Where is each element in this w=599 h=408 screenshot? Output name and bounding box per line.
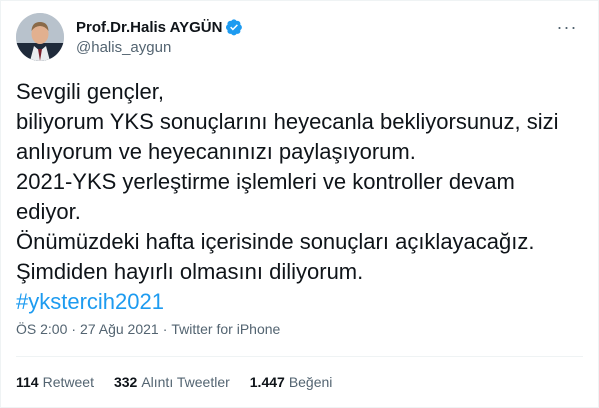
meta-separator: · — [162, 321, 168, 337]
tweet-line: Şimdiden hayırlı olmasını diliyorum. — [16, 259, 364, 284]
divider — [16, 356, 583, 357]
user-handle[interactable]: @halis_aygun — [76, 39, 243, 56]
tweet-line: Sevgili gençler, — [16, 79, 164, 104]
retweets-count: 114 — [16, 374, 39, 390]
tweet-line: biliyorum YKS sonuçlarını heyecanla bekl… — [16, 109, 559, 134]
quotes-count: 332 — [113, 374, 138, 390]
tweet-line: Önümüzdeki hafta içerisinde sonuçları aç… — [16, 229, 535, 254]
likes-count: 1.447 — [249, 374, 285, 390]
likes-stat[interactable]: 1.447 Beğeni — [250, 374, 333, 390]
more-options-icon[interactable]: ··· — [557, 17, 577, 37]
tweet-time[interactable]: ÖS 2:00 — [16, 321, 67, 337]
tweet-line: ediyor. — [16, 199, 81, 224]
tweet-header: Prof.Dr.Halis AYGÜN @halis_aygun ··· — [16, 13, 583, 63]
quote-tweets-stat[interactable]: 332 Alıntı Tweetler — [114, 374, 230, 390]
tweet-meta: ÖS 2:00 · 27 Ağu 2021 · Twitter for iPho… — [16, 319, 280, 339]
quotes-label: Alıntı Tweetler — [141, 374, 230, 390]
hashtag-link[interactable]: #ykstercih2021 — [16, 287, 586, 317]
tweet-line: anlıyorum ve heyecanınızı paylaşıyorum. — [16, 139, 416, 164]
tweet-card: Prof.Dr.Halis AYGÜN @halis_aygun ··· Sev… — [0, 0, 599, 408]
verified-badge-icon — [225, 18, 243, 36]
tweet-text: Sevgili gençler, biliyorum YKS sonuçları… — [16, 77, 586, 317]
display-name[interactable]: Prof.Dr.Halis AYGÜN — [76, 19, 222, 36]
likes-label: Beğeni — [288, 374, 333, 390]
avatar[interactable] — [16, 13, 64, 61]
tweet-date[interactable]: 27 Ağu 2021 — [80, 321, 159, 337]
meta-separator: · — [71, 321, 77, 337]
tweet-source[interactable]: Twitter for iPhone — [171, 321, 280, 337]
tweet-stats: 114 Retweet 332 Alıntı Tweetler 1.447 Beğen… — [16, 373, 352, 391]
retweets-label: Retweet — [42, 374, 94, 390]
tweet-line: 2021-YKS yerleştirme işlemleri ve kontro… — [16, 169, 515, 194]
author-names: Prof.Dr.Halis AYGÜN @halis_aygun — [76, 17, 243, 56]
retweets-stat[interactable]: 114 Retweet — [16, 374, 94, 390]
profile-photo-icon — [16, 13, 64, 61]
